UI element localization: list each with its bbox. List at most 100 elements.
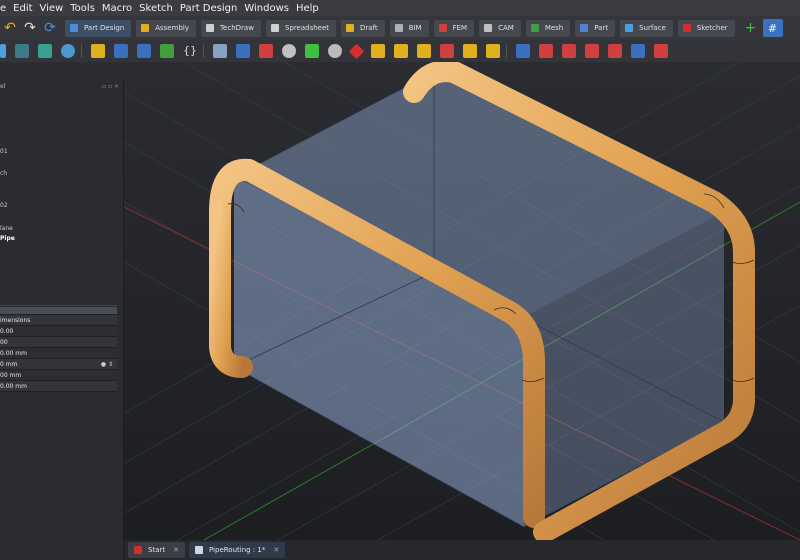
toolbar-separator [81, 44, 82, 58]
3d-viewport[interactable] [124, 62, 800, 540]
model-panel-title: el [0, 82, 6, 90]
document-tab-bar: Start ✕ PipeRouting : 1* ✕ [124, 540, 800, 560]
sketcher-icon [682, 24, 691, 32]
tab-bim[interactable]: BIM [389, 19, 429, 37]
hole-icon[interactable] [539, 44, 553, 58]
clone-icon[interactable] [305, 44, 319, 58]
property-row[interactable]: 00 mm [0, 370, 117, 381]
mesh-icon [530, 24, 539, 32]
menu-sketch[interactable]: Sketch [139, 3, 173, 14]
menu-part-design[interactable]: Part Design [180, 3, 237, 14]
menu-help[interactable]: Help [296, 3, 319, 14]
undo-icon[interactable]: ↶ [0, 19, 20, 37]
tab-fem[interactable]: FEM [433, 19, 475, 37]
panel-splitter[interactable] [0, 305, 117, 306]
assembly-icon [141, 24, 150, 32]
tree-item-sketch-01[interactable]: 01 [0, 148, 8, 155]
datum-icon[interactable] [236, 44, 250, 58]
view-style-icon[interactable] [15, 44, 29, 58]
tree-item-sketch-02[interactable]: 02 [0, 202, 8, 209]
pipe-icon[interactable] [463, 44, 477, 58]
tab-mesh[interactable]: Mesh [525, 19, 571, 37]
property-row-editing[interactable]: 0 mm ● ⇕ [0, 359, 117, 370]
grid-icon[interactable]: # [762, 19, 783, 37]
tab-cam[interactable]: CAM [479, 19, 521, 37]
surface-icon [625, 24, 634, 32]
spreadsheet-icon [270, 24, 279, 32]
menu-windows[interactable]: Windows [244, 3, 289, 14]
property-row[interactable]: 0.00 [0, 326, 117, 337]
close-icon[interactable]: ✕ [273, 546, 279, 554]
workbench-bar: ↶ ↷ ⟳ Part Design Assembly TechDraw Spre… [0, 16, 800, 40]
part-design-icon [70, 24, 78, 32]
subtractive-loft-icon[interactable] [585, 44, 599, 58]
menu-macro[interactable]: Macro [102, 3, 132, 14]
close-icon[interactable]: ✕ [173, 546, 179, 554]
sketch-icon[interactable] [348, 43, 365, 59]
pad-icon[interactable] [394, 44, 408, 58]
add-workbench-icon[interactable]: + [741, 19, 761, 37]
refresh-icon[interactable]: ⟳ [40, 19, 60, 37]
sync-view-icon[interactable] [0, 44, 6, 58]
subtractive-helix-icon[interactable] [631, 44, 645, 58]
pointer-icon[interactable] [213, 44, 227, 58]
tree-item-pipe[interactable]: Pipe [0, 235, 15, 242]
tab-techdraw[interactable]: TechDraw [200, 19, 261, 37]
helix-icon[interactable] [486, 44, 500, 58]
tool-bar: {} [0, 40, 800, 62]
menu-edit[interactable]: Edit [13, 3, 32, 14]
tab-surface[interactable]: Surface [620, 19, 673, 37]
menu-file[interactable]: e [0, 3, 6, 14]
cam-icon [484, 24, 493, 32]
techdraw-icon [205, 24, 214, 32]
tab-assembly[interactable]: Assembly [136, 19, 196, 37]
shape-binder-icon[interactable] [282, 44, 296, 58]
viewport-canvas [124, 62, 800, 540]
part-icon[interactable] [91, 44, 105, 58]
tab-spreadsheet[interactable]: Spreadsheet [265, 19, 337, 37]
menu-bar: e Edit View Tools Macro Sketch Part Desi… [0, 0, 800, 16]
loft-icon[interactable] [440, 44, 454, 58]
fem-icon [438, 24, 447, 32]
document-icon [194, 546, 203, 554]
boolean-icon[interactable] [654, 44, 668, 58]
groove-icon[interactable] [562, 44, 576, 58]
folder-icon[interactable] [137, 44, 151, 58]
tab-piperouting[interactable]: PipeRouting : 1* ✕ [188, 542, 286, 558]
toolbar-separator [203, 44, 204, 58]
tab-draft[interactable]: Draft [341, 19, 385, 37]
tab-part-design[interactable]: Part Design [65, 19, 132, 37]
redo-icon[interactable]: ↷ [20, 19, 40, 37]
property-group-dimensions[interactable]: imensions [0, 315, 117, 326]
menu-tools[interactable]: Tools [70, 3, 95, 14]
revolution-icon[interactable] [417, 44, 431, 58]
subshape-binder-icon[interactable] [328, 44, 342, 58]
property-row[interactable]: 0.00 mm [0, 348, 117, 359]
subtractive-pipe-icon[interactable] [608, 44, 622, 58]
body-icon[interactable] [114, 44, 128, 58]
tab-sketcher[interactable]: Sketcher [677, 19, 735, 37]
spinbox-icon[interactable]: ● ⇕ [101, 361, 113, 368]
braces-icon[interactable]: {} [183, 44, 197, 58]
panel-controls-icon[interactable]: ▫ ▫ ✕ [102, 83, 119, 90]
bim-icon [394, 24, 403, 32]
zoom-icon[interactable] [61, 44, 75, 58]
tab-start[interactable]: Start ✕ [128, 542, 185, 558]
export-icon[interactable] [160, 44, 174, 58]
part-icon [580, 24, 589, 32]
tree-item-sketch[interactable]: ch [0, 170, 7, 177]
select-box-icon[interactable] [38, 44, 52, 58]
property-row[interactable]: 0.00 mm [0, 381, 117, 392]
map-sketch-icon[interactable] [371, 44, 385, 58]
model-panel-header: el ▫ ▫ ✕ [0, 80, 123, 92]
property-row[interactable]: 00 [0, 337, 117, 348]
pocket-icon[interactable] [516, 44, 530, 58]
toolbar-separator [506, 44, 507, 58]
draft-icon [346, 24, 355, 32]
property-table-top [0, 307, 117, 315]
tree-item-plane[interactable]: lane [0, 225, 13, 232]
tab-part[interactable]: Part [575, 19, 616, 37]
measure-icon[interactable] [259, 44, 273, 58]
property-table: imensions 0.00 00 0.00 mm 0 mm ● ⇕ 00 mm … [0, 307, 117, 392]
menu-view[interactable]: View [40, 3, 64, 14]
